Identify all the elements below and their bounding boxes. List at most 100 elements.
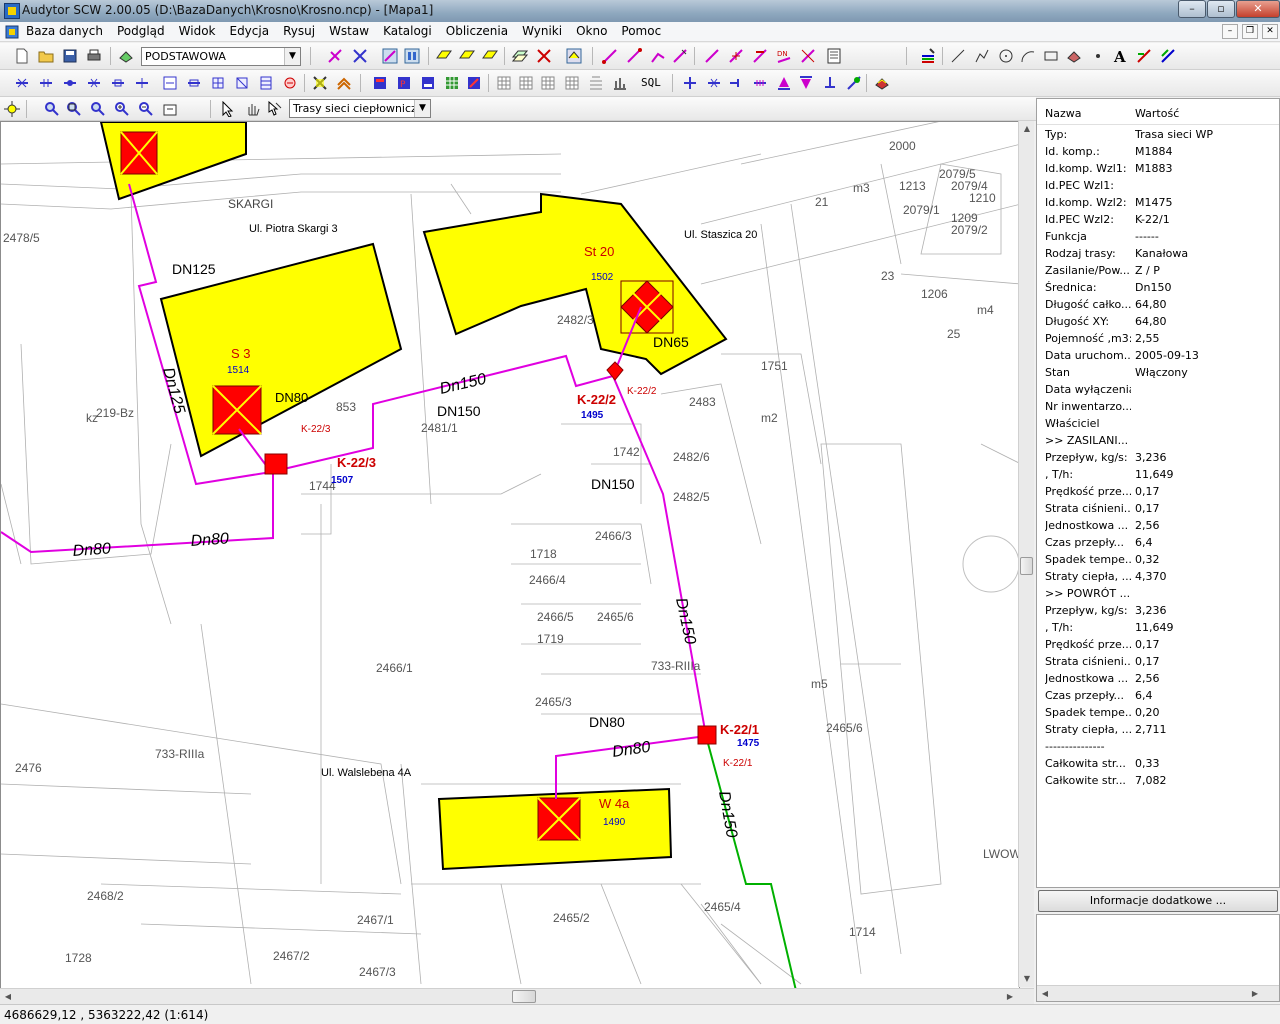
menu-wyniki[interactable]: Wyniki xyxy=(522,24,562,38)
property-row[interactable]: Id.komp. Wzl2: M1475 xyxy=(1037,194,1279,211)
property-row[interactable]: Straty ciepła, ... 2,711 xyxy=(1037,721,1279,738)
property-row[interactable]: Przepływ, kg/s: 3,236 xyxy=(1037,602,1279,619)
mdi-minimize-button[interactable]: – xyxy=(1222,24,1238,39)
rectangle-icon[interactable] xyxy=(1043,48,1059,64)
layer-icon[interactable] xyxy=(118,48,134,64)
layer-palette-icon[interactable] xyxy=(920,48,936,64)
property-row[interactable]: >> POWRÓT ... xyxy=(1037,585,1279,602)
layer-yellow-1-icon[interactable] xyxy=(436,48,452,64)
node-8-icon[interactable] xyxy=(186,75,202,91)
node-6-icon[interactable] xyxy=(134,75,150,91)
node-4-icon[interactable] xyxy=(86,75,102,91)
pan-hand-icon[interactable] xyxy=(244,101,260,117)
text-icon[interactable]: A xyxy=(1112,48,1128,64)
property-row[interactable]: Data uruchom... 2005-09-13 xyxy=(1037,347,1279,364)
notes-box[interactable]: ◀ ▶ xyxy=(1036,914,1280,1002)
node-3-icon[interactable] xyxy=(62,75,78,91)
table-5-icon[interactable] xyxy=(466,75,482,91)
column-value-header[interactable]: Wartość xyxy=(1135,107,1179,120)
menu-widok[interactable]: Widok xyxy=(179,24,216,38)
polyline-icon[interactable] xyxy=(974,48,990,64)
property-row[interactable]: Id.PEC Wzl2: K-22/1 xyxy=(1037,211,1279,228)
property-row[interactable]: Prędkość prze... 0,17 xyxy=(1037,636,1279,653)
node-k22-1-icon[interactable] xyxy=(697,725,717,745)
node-9-icon[interactable] xyxy=(210,75,226,91)
column-name-header[interactable]: Nazwa xyxy=(1045,107,1081,120)
layers-stack-icon[interactable] xyxy=(512,48,528,64)
notes-horizontal-scrollbar[interactable]: ◀ ▶ xyxy=(1037,985,1279,1001)
database-icon[interactable] xyxy=(874,75,890,91)
zoom-in-icon[interactable] xyxy=(114,101,130,117)
property-row[interactable]: Długość XY: 64,80 xyxy=(1037,313,1279,330)
gear-icon[interactable] xyxy=(4,101,20,117)
property-row[interactable]: Id.komp. Wzl1: M1883 xyxy=(1037,160,1279,177)
horizontal-scroll-thumb[interactable] xyxy=(512,990,536,1003)
scroll-up-icon[interactable]: ▲ xyxy=(1019,121,1035,137)
edit-pipe-5-icon[interactable] xyxy=(800,48,816,64)
layer-yellow-2-icon[interactable] xyxy=(459,48,475,64)
draw-pipe-3-icon[interactable] xyxy=(650,48,666,64)
save-icon[interactable] xyxy=(62,48,78,64)
property-row[interactable]: Nr inwentarzo... xyxy=(1037,398,1279,415)
node-k22-3-icon[interactable] xyxy=(264,453,288,475)
sql-button[interactable]: SQL xyxy=(641,76,661,89)
property-row[interactable]: Przepływ, kg/s: 3,236 xyxy=(1037,449,1279,466)
menu-okno[interactable]: Okno xyxy=(576,24,607,38)
pipe-node-7-icon[interactable] xyxy=(822,75,838,91)
property-row[interactable]: Rodzaj trasy: Kanałowa xyxy=(1037,245,1279,262)
mdi-restore-button[interactable]: ❐ xyxy=(1242,24,1258,39)
fill-icon[interactable] xyxy=(1066,48,1082,64)
table-2-icon[interactable]: P xyxy=(396,75,412,91)
scroll-right-icon[interactable]: ▶ xyxy=(1002,989,1018,1005)
property-row[interactable]: >> ZASILANI... xyxy=(1037,432,1279,449)
property-row[interactable]: Id.PEC Wzl1: xyxy=(1037,177,1279,194)
edit-vertex-icon[interactable] xyxy=(1160,48,1176,64)
menu-wstaw[interactable]: Wstaw xyxy=(329,24,369,38)
zoom-previous-icon[interactable] xyxy=(162,101,178,117)
menu-podglad[interactable]: Podgląd xyxy=(117,24,165,38)
menu-edycja[interactable]: Edycja xyxy=(229,24,269,38)
draw-pipe-4-icon[interactable] xyxy=(672,48,688,64)
map-horizontal-scrollbar[interactable]: ◀ ▶ xyxy=(0,988,1034,1004)
point-icon[interactable] xyxy=(1090,48,1106,64)
property-row[interactable]: Spadek tempe... 0,32 xyxy=(1037,551,1279,568)
property-row[interactable]: Czas przepły... 6,4 xyxy=(1037,534,1279,551)
edit-pipe-1-icon[interactable] xyxy=(704,48,720,64)
print-icon[interactable] xyxy=(86,48,102,64)
layer-combo[interactable]: PODSTAWOWA ▼ xyxy=(141,47,301,66)
property-row[interactable]: Typ: Trasa sieci WP xyxy=(1037,126,1279,143)
property-row[interactable]: Całkowite str... 7,082 xyxy=(1037,772,1279,789)
edit-pipe-2-icon[interactable] xyxy=(728,48,744,64)
cursor-icon[interactable] xyxy=(220,101,236,117)
open-folder-icon[interactable] xyxy=(38,48,54,64)
node-10-icon[interactable] xyxy=(234,75,250,91)
table-1-icon[interactable] xyxy=(372,75,388,91)
grid-icon[interactable] xyxy=(404,48,420,64)
property-row[interactable]: Zasilanie/Pow... Z / P xyxy=(1037,262,1279,279)
scroll-left-icon[interactable]: ◀ xyxy=(1037,986,1053,1002)
property-row[interactable]: Spadek tempe... 0,20 xyxy=(1037,704,1279,721)
property-row[interactable]: Czas przepły... 6,4 xyxy=(1037,687,1279,704)
property-row[interactable]: Pojemność ,m3: 2,55 xyxy=(1037,330,1279,347)
node-2-icon[interactable] xyxy=(38,75,54,91)
net-tool-icon[interactable] xyxy=(352,48,368,64)
node-1-icon[interactable] xyxy=(14,75,30,91)
property-row[interactable]: , T/h: 11,649 xyxy=(1037,619,1279,636)
draw-pipe-2-icon[interactable] xyxy=(626,48,642,64)
property-row[interactable]: Stan Włączony xyxy=(1037,364,1279,381)
layer-yellow-3-icon[interactable] xyxy=(482,48,498,64)
grid-3-icon[interactable] xyxy=(540,75,556,91)
zoom-out-icon[interactable] xyxy=(138,101,154,117)
property-row[interactable]: Jednostkowa ... 2,56 xyxy=(1037,517,1279,534)
map-canvas[interactable]: SKARGI Ul. Piotra Skargi 3 Ul. Staszica … xyxy=(0,121,1020,989)
report-icon[interactable] xyxy=(826,48,842,64)
table-4-icon[interactable] xyxy=(444,75,460,91)
network-combo[interactable]: Trasy sieci ciepłowniczej ▼ xyxy=(289,99,431,118)
property-row[interactable]: Długość całko... 64,80 xyxy=(1037,296,1279,313)
additional-info-button[interactable]: Informacje dodatkowe ... xyxy=(1038,890,1278,912)
pipe-node-2-icon[interactable] xyxy=(706,75,722,91)
property-row[interactable]: , T/h: 11,649 xyxy=(1037,466,1279,483)
mdi-close-button[interactable]: ✕ xyxy=(1262,24,1278,39)
property-row[interactable]: Jednostkowa ... 2,56 xyxy=(1037,670,1279,687)
scroll-left-icon[interactable]: ◀ xyxy=(0,989,16,1005)
